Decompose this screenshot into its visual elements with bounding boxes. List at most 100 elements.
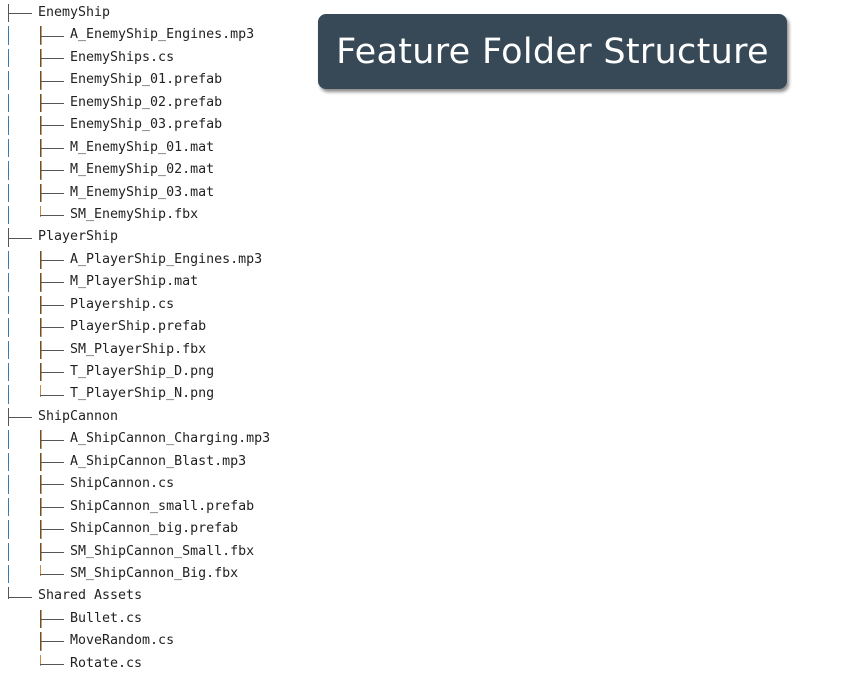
file-row[interactable]: M_EnemyShip_02.mat <box>6 159 270 181</box>
file-row[interactable]: Rotate.cs <box>6 653 270 675</box>
file-name: MoveRandom.cs <box>70 633 175 649</box>
file-name: Rotate.cs <box>70 655 143 671</box>
tree-guide-line <box>6 271 38 293</box>
file-row[interactable]: SM_ShipCannon_Big.fbx <box>6 563 270 585</box>
tree-guide-line <box>6 496 38 518</box>
tree-branch-connector <box>38 316 70 338</box>
tree-guide-line <box>6 383 38 405</box>
file-name: A_ShipCannon_Charging.mp3 <box>70 431 271 447</box>
tree-branch-connector <box>38 383 70 405</box>
tree-branch-connector <box>38 630 70 652</box>
file-name: SM_PlayerShip.fbx <box>70 341 207 357</box>
tree-branch-connector <box>38 294 70 316</box>
file-name: ShipCannon_small.prefab <box>70 498 255 514</box>
file-row[interactable]: A_ShipCannon_Charging.mp3 <box>6 428 270 450</box>
file-name: EnemyShips.cs <box>70 49 175 65</box>
file-row[interactable]: ShipCannon_small.prefab <box>6 496 270 518</box>
file-name: SM_ShipCannon_Small.fbx <box>70 543 255 559</box>
tree-guide-line <box>6 137 38 159</box>
tree-branch-connector <box>38 137 70 159</box>
file-name: T_PlayerShip_D.png <box>70 364 215 379</box>
tree-guide-line <box>6 541 38 563</box>
file-row[interactable]: PlayerShip.prefab <box>6 316 270 338</box>
tree-guide-line <box>6 518 38 540</box>
tree-guide-line <box>6 316 38 338</box>
file-name: M_EnemyShip_01.mat <box>70 139 215 155</box>
tree-branch-connector <box>38 428 70 450</box>
title-banner: Feature Folder Structure <box>318 14 787 89</box>
tree-guide-line <box>6 653 38 675</box>
file-row[interactable]: EnemyShips.cs <box>6 47 270 69</box>
file-row[interactable]: M_EnemyShip_01.mat <box>6 137 270 159</box>
file-row[interactable]: A_EnemyShip_Engines.mp3 <box>6 24 270 46</box>
tree-guide-line <box>6 114 38 136</box>
file-name: ShipCannon.cs <box>70 476 175 492</box>
tree-branch-connector <box>38 159 70 181</box>
tree-branch-connector <box>38 653 70 675</box>
folder-row[interactable]: Shared Assets <box>6 585 270 607</box>
file-name: Bullet.cs <box>70 610 143 626</box>
tree-branch-connector <box>38 204 70 226</box>
tree-guide-line <box>6 182 38 204</box>
file-row[interactable]: M_EnemyShip_03.mat <box>6 182 270 204</box>
file-name: ShipCannon_big.prefab <box>70 521 239 537</box>
tree-branch-connector <box>38 518 70 540</box>
tree-guide-line <box>6 69 38 91</box>
folder-row[interactable]: ShipCannon <box>6 406 270 428</box>
file-row[interactable]: Bullet.cs <box>6 608 270 630</box>
file-row[interactable]: T_PlayerShip_N.png <box>6 383 270 405</box>
tree-guide-line <box>6 428 38 450</box>
page-title: Feature Folder Structure <box>336 31 769 72</box>
file-row[interactable]: T_PlayerShip_D.png <box>6 361 270 383</box>
tree-branch-connector <box>38 496 70 518</box>
tree-guide-line <box>6 563 38 585</box>
file-name: T_PlayerShip_N.png <box>70 386 215 402</box>
tree-guide-line <box>6 473 38 495</box>
tree-guide-line <box>6 361 38 383</box>
tree-guide-line <box>6 204 38 226</box>
file-name: EnemyShip_02.prefab <box>70 94 223 110</box>
file-row[interactable]: EnemyShip_02.prefab <box>6 92 270 114</box>
tree-guide-line <box>6 24 38 46</box>
file-name: A_EnemyShip_Engines.mp3 <box>70 27 255 43</box>
file-row[interactable]: MoveRandom.cs <box>6 630 270 652</box>
file-name: EnemyShip_01.prefab <box>70 72 223 88</box>
tree-guide-line <box>6 451 38 473</box>
file-name: SM_EnemyShip.fbx <box>70 206 199 222</box>
tree-branch-connector <box>38 47 70 69</box>
file-row[interactable]: SM_ShipCannon_Small.fbx <box>6 541 270 563</box>
file-name: M_EnemyShip_03.mat <box>70 184 215 200</box>
tree-branch-connector <box>38 114 70 136</box>
file-row[interactable]: ShipCannon.cs <box>6 473 270 495</box>
file-row[interactable]: EnemyShip_03.prefab <box>6 114 270 136</box>
file-name: PlayerShip.prefab <box>70 319 207 335</box>
tree-branch-connector <box>38 608 70 630</box>
tree-guide-line <box>6 294 38 316</box>
tree-branch-connector <box>38 541 70 563</box>
tree-guide-line <box>6 159 38 181</box>
file-row[interactable]: SM_EnemyShip.fbx <box>6 204 270 226</box>
file-row[interactable]: Playership.cs <box>6 294 270 316</box>
file-row[interactable]: M_PlayerShip.mat <box>6 271 270 293</box>
tree-branch-connector <box>6 585 38 607</box>
file-row[interactable]: ShipCannon_big.prefab <box>6 518 270 540</box>
tree-branch-connector <box>38 339 70 361</box>
file-row[interactable]: EnemyShip_01.prefab <box>6 69 270 91</box>
file-name: A_PlayerShip_Engines.mp3 <box>70 251 263 267</box>
file-row[interactable]: A_ShipCannon_Blast.mp3 <box>6 451 270 473</box>
file-name: M_PlayerShip.mat <box>70 274 199 290</box>
folder-row[interactable]: PlayerShip <box>6 226 270 248</box>
tree-guide-line <box>6 249 38 271</box>
file-row[interactable]: A_PlayerShip_Engines.mp3 <box>6 249 270 271</box>
tree-branch-connector <box>6 406 38 428</box>
file-name: A_ShipCannon_Blast.mp3 <box>70 453 247 469</box>
file-name: EnemyShip_03.prefab <box>70 117 223 133</box>
tree-branch-connector <box>38 563 70 585</box>
folder-row[interactable]: EnemyShip <box>6 2 270 24</box>
file-row[interactable]: SM_PlayerShip.fbx <box>6 339 270 361</box>
tree-branch-connector <box>6 226 38 248</box>
folder-name: ShipCannon <box>38 408 119 424</box>
tree-branch-connector <box>6 2 38 24</box>
folder-name: EnemyShip <box>38 5 111 20</box>
folder-name: Shared Assets <box>38 588 143 604</box>
